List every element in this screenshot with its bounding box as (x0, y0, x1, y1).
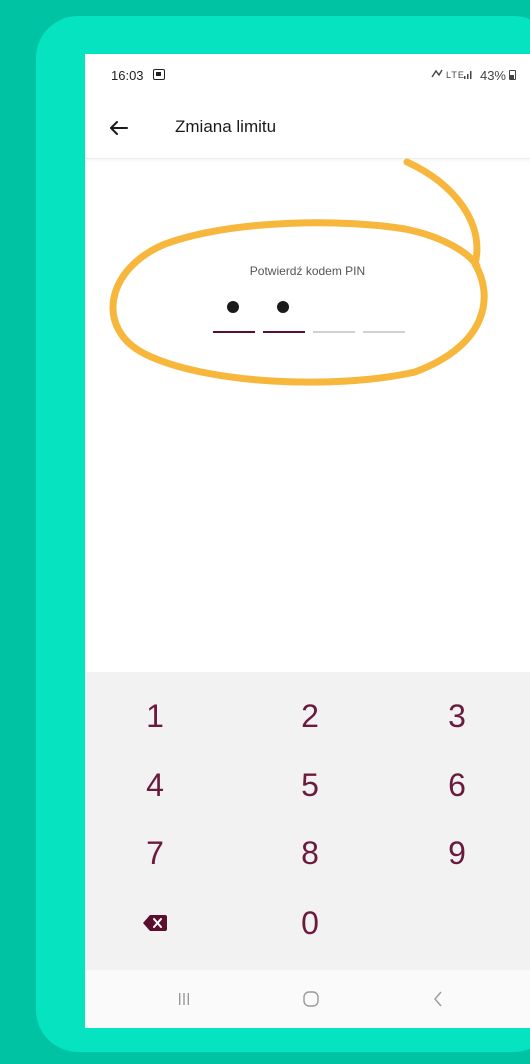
pin-slot-1 (213, 297, 255, 337)
pin-underline (263, 331, 305, 333)
recents-button[interactable] (164, 982, 204, 1016)
pin-prompt: Potwierdź kodem PIN (249, 264, 366, 278)
pin-slot-4 (363, 297, 405, 337)
system-navigation-bar (85, 970, 530, 1028)
recents-icon (179, 993, 189, 1005)
arrow-left-icon[interactable] (105, 114, 133, 142)
key-7[interactable]: 7 (95, 824, 215, 882)
nav-back-button[interactable] (418, 982, 458, 1016)
phone-screen: 16:03 LTE 43% Zmiana limitu Potwierdź ko… (85, 54, 530, 1028)
pin-underline (313, 331, 355, 333)
key-5[interactable]: 5 (250, 756, 370, 814)
home-icon (303, 991, 319, 1007)
status-time: 16:03 (111, 68, 144, 83)
pin-input[interactable] (213, 297, 405, 347)
key-4[interactable]: 4 (95, 756, 215, 814)
nav-back-icon (434, 991, 442, 1007)
home-button[interactable] (291, 982, 331, 1016)
key-2[interactable]: 2 (250, 687, 370, 745)
backspace-button[interactable] (95, 894, 215, 952)
backspace-icon (143, 915, 167, 931)
key-9[interactable]: 9 (397, 824, 517, 882)
svg-text:LTE: LTE (446, 70, 465, 80)
key-8[interactable]: 8 (250, 824, 370, 882)
page-title: Zmiana limitu (175, 117, 277, 136)
key-6[interactable]: 6 (397, 756, 517, 814)
numeric-keypad: 1 2 3 4 5 6 7 8 9 0 (85, 672, 530, 970)
key-1[interactable]: 1 (95, 687, 215, 745)
key-0[interactable]: 0 (250, 894, 370, 952)
pin-underline (363, 331, 405, 333)
image-notification-icon (153, 69, 165, 80)
pin-slot-2 (263, 297, 305, 337)
status-bar: 16:03 LTE 43% (85, 54, 530, 98)
pin-underline (213, 331, 255, 333)
app-bar: Zmiana limitu (85, 98, 530, 159)
key-3[interactable]: 3 (397, 687, 517, 745)
pin-dot (277, 301, 289, 313)
battery-percent: 43% (479, 68, 506, 83)
pin-slot-3 (313, 297, 355, 337)
pin-dot (227, 301, 239, 313)
battery-icon (509, 70, 516, 80)
